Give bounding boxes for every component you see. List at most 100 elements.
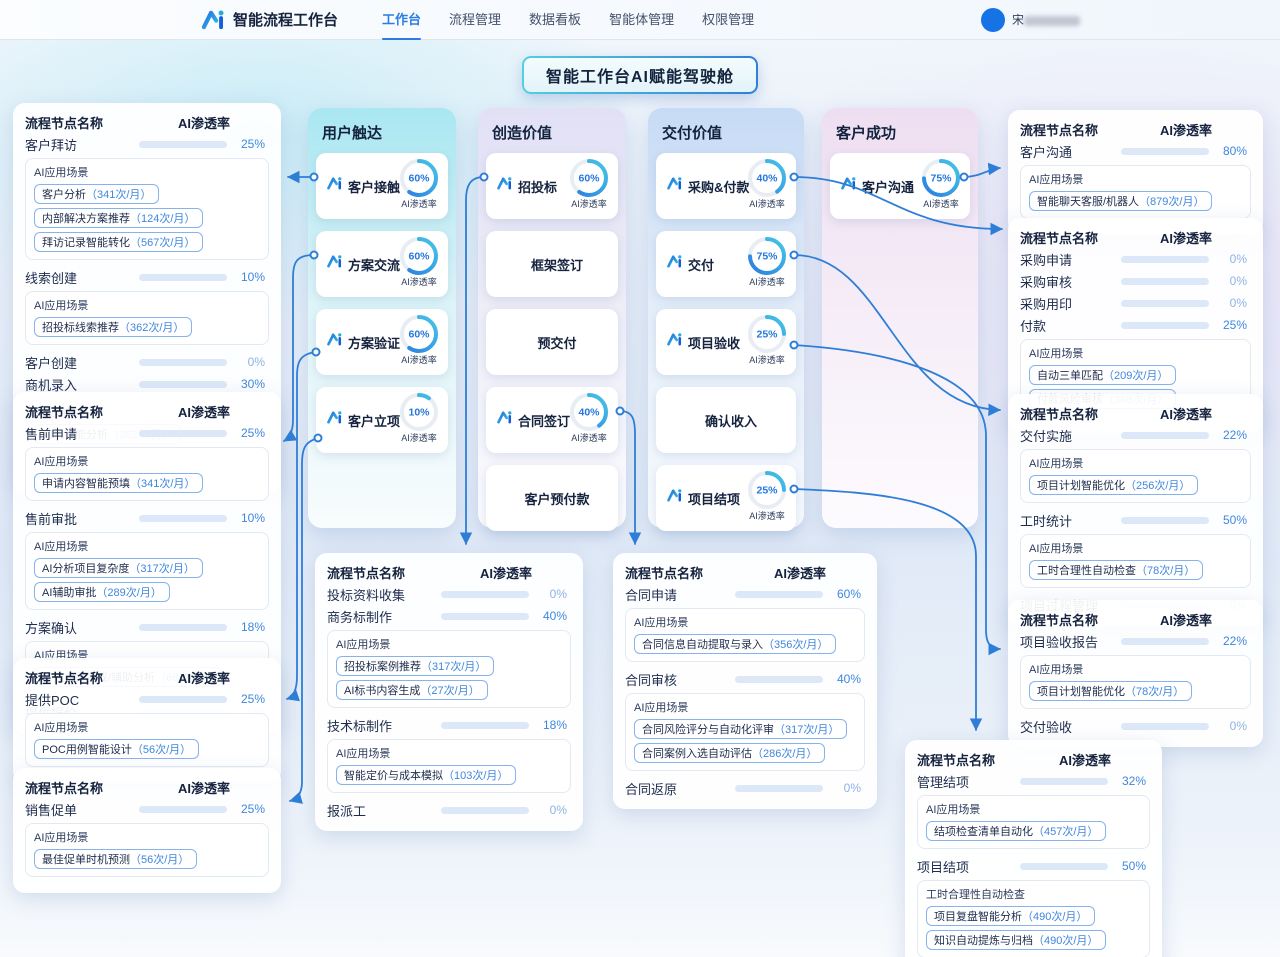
ai-rate-bar: 80%	[1121, 144, 1251, 158]
ai-scenario-tag-count: （341次/月）	[86, 189, 151, 201]
ai-rate-column-header: AI渗透率	[139, 402, 269, 421]
ai-rate-bar-track	[1121, 300, 1209, 307]
ai-scenario-tags: 智能聊天客服/机器人（879次/月）	[1029, 191, 1242, 211]
ai-rate-column-header: AI渗透率	[1121, 228, 1251, 247]
process-node-name: 线索创建	[25, 268, 139, 287]
node-name-column-header: 流程节点名称	[1020, 610, 1121, 629]
ai-scenario-box: AI应用场景POC用例智能设计（56次/月）	[25, 713, 269, 767]
process-node-name: 合同返原	[625, 779, 735, 798]
process-node-row: 工时统计 50%	[1020, 509, 1251, 531]
ai-scenario-tags: 结项检查清单自动化（457次/月）	[926, 821, 1141, 841]
ai-scenario-tag: 最佳促单时机预测（56次/月）	[34, 849, 197, 869]
process-node-row: 销售促单25%	[25, 798, 269, 820]
ai-scenario-tag-text: 项目复盘智能分析	[934, 911, 1022, 923]
process-node-row: 管理结项32%	[917, 770, 1150, 792]
process-node-name: 管理结项	[917, 772, 1020, 791]
ai-rate-value: 25%	[227, 426, 265, 440]
process-node-name: 报派工	[327, 801, 441, 820]
process-node-name: 客户创建	[25, 353, 139, 372]
process-node-name: 合同审核	[625, 670, 735, 689]
node-name-column-header: 流程节点名称	[327, 563, 441, 582]
ai-scenario-tag: 拜访记录智能转化（567次/月）	[34, 232, 203, 252]
ai-scenario-tag-text: 招投标线索推荐	[42, 322, 119, 334]
ai-rate-bar-track	[1121, 432, 1209, 439]
process-node-row: 客户拜访25%	[25, 133, 269, 155]
ai-rate-bar: 22%	[1121, 428, 1251, 442]
node-name-column-header: 流程节点名称	[25, 668, 139, 687]
ai-rate-bar-track	[735, 591, 823, 598]
process-node-row: 付款25%	[1020, 314, 1251, 336]
ai-rate-bar: 0%	[1121, 719, 1251, 733]
ai-scenario-tag-count: （490次/月）	[1033, 935, 1098, 947]
ai-rate-bar-track	[1121, 256, 1209, 263]
ai-scenario-tag-text: 工时合理性自动检查	[1037, 565, 1136, 577]
ai-scenario-tags: 工时合理性自动检查（78次/月）	[1029, 560, 1242, 580]
ai-rate-bar: 25%	[139, 802, 269, 816]
process-node-name: 工时统计	[1020, 511, 1121, 530]
ai-scenario-tag-count: （457次/月）	[1033, 826, 1098, 838]
process-detail-panel-r1: 流程节点名称AI渗透率客户沟通80%AI应用场景智能聊天客服/机器人（879次/…	[1008, 110, 1263, 235]
ai-scenario-tag: 工时合理性自动检查（78次/月）	[1029, 560, 1203, 580]
ai-rate-bar: 18%	[139, 620, 269, 634]
ai-scenario-tag-count: （56次/月）	[130, 854, 189, 866]
ai-scenario-tag: 合同风险评分与自动化评审（317次/月）	[634, 719, 847, 739]
ai-rate-bar-track	[139, 624, 227, 631]
ai-scenario-tag: 项目计划智能优化（78次/月）	[1029, 681, 1192, 701]
process-detail-panel-pb: 流程节点名称AI渗透率合同申请60%AI应用场景合同信息自动提取与录入（356次…	[613, 553, 877, 809]
ai-rate-bar: 50%	[1020, 859, 1150, 873]
process-node-name: 商务标制作	[327, 607, 441, 626]
ai-rate-bar-track	[139, 381, 227, 388]
ai-rate-bar-track	[1121, 517, 1209, 524]
process-node-row: 合同申请60%	[625, 583, 865, 605]
ai-scenario-tag-text: POC用例智能设计	[42, 744, 132, 756]
ai-rate-bar: 0%	[1121, 252, 1251, 266]
ai-scenario-box-label: AI应用场景	[336, 636, 562, 652]
ai-scenario-box: AI应用场景申请内容智能预填（341次/月）	[25, 447, 269, 501]
ai-rate-bar: 25%	[139, 692, 269, 706]
ai-scenario-tag-count: （356次/月）	[763, 639, 828, 651]
ai-scenario-tag-count: （567次/月）	[130, 237, 195, 249]
ai-scenario-tag: 项目计划智能优化（256次/月）	[1029, 475, 1198, 495]
ai-rate-bar: 50%	[1121, 513, 1251, 527]
ai-rate-bar: 10%	[139, 270, 269, 284]
ai-rate-bar: 40%	[735, 672, 865, 686]
ai-scenario-tag: 客户分析（341次/月）	[34, 184, 159, 204]
ai-rate-bar: 60%	[735, 587, 865, 601]
process-node-row: 项目验收报告22%	[1020, 630, 1251, 652]
ai-scenario-box-label: AI应用场景	[1029, 455, 1242, 471]
node-name-column-header: 流程节点名称	[625, 563, 735, 582]
ai-workbench-dashboard: 智能流程工作台 工作台流程管理数据看板智能体管理权限管理 宋 智能工作台AI赋能…	[0, 0, 1280, 957]
ai-rate-bar: 32%	[1020, 774, 1150, 788]
ai-scenario-tag-text: 自动三单匹配	[1037, 370, 1103, 382]
ai-rate-bar: 0%	[441, 587, 571, 601]
ai-scenario-tag-text: 最佳促单时机预测	[42, 854, 130, 866]
process-node-row: 采购审核0%	[1020, 270, 1251, 292]
ai-rate-value: 22%	[1209, 428, 1247, 442]
node-name-column-header: 流程节点名称	[25, 778, 139, 797]
ai-rate-value: 30%	[227, 377, 265, 391]
ai-scenario-tag-text: 内部解决方案推荐	[42, 213, 130, 225]
ai-rate-value: 0%	[529, 587, 567, 601]
ai-scenario-tag-count: （286次/月）	[752, 748, 817, 760]
ai-scenario-tag-count: （27次/月）	[420, 685, 479, 697]
ai-rate-bar-track	[1020, 863, 1108, 870]
process-node-row: 项目结项50%	[917, 855, 1150, 877]
ai-rate-bar-track	[735, 676, 823, 683]
process-node-name: 采购申请	[1020, 250, 1121, 269]
ai-rate-bar-track	[139, 141, 227, 148]
process-node-name: 商机录入	[25, 375, 139, 394]
ai-scenario-tag: 智能聊天客服/机器人（879次/月）	[1029, 191, 1212, 211]
ai-rate-value: 50%	[1108, 859, 1146, 873]
ai-rate-bar: 25%	[1121, 318, 1251, 332]
ai-scenario-tag-text: 客户分析	[42, 189, 86, 201]
ai-scenario-box: 工时合理性自动检查项目复盘智能分析（490次/月）知识自动提炼与归档（490次/…	[917, 880, 1150, 957]
ai-scenario-tag: AI分析项目复杂度（317次/月）	[34, 558, 203, 578]
process-detail-panel-p3: 流程节点名称AI渗透率提供POC25%AI应用场景POC用例智能设计（56次/月…	[13, 658, 281, 783]
ai-rate-bar: 0%	[139, 355, 269, 369]
ai-rate-value: 50%	[1209, 513, 1247, 527]
ai-scenario-tag-count: （78次/月）	[1125, 686, 1184, 698]
process-node-name: 项目验收报告	[1020, 632, 1121, 651]
ai-rate-bar: 30%	[139, 377, 269, 391]
ai-scenario-tag: 自动三单匹配（209次/月）	[1029, 365, 1176, 385]
ai-scenario-tags: 最佳促单时机预测（56次/月）	[34, 849, 260, 869]
